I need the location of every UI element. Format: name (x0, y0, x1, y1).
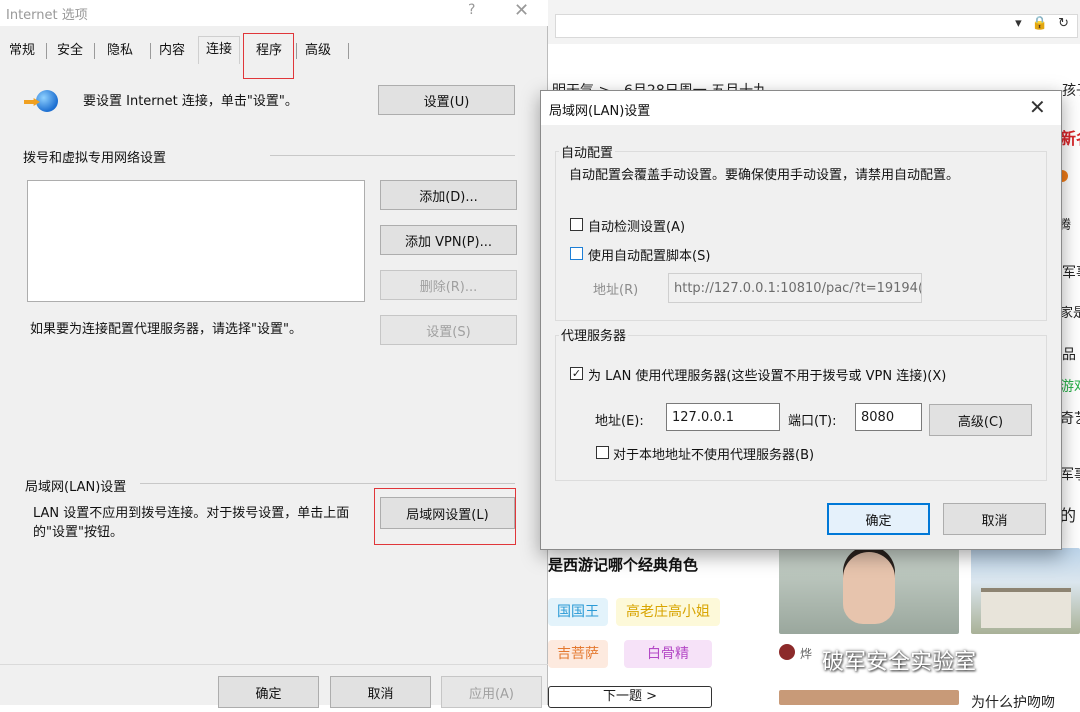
dialup-connections-list[interactable] (27, 180, 365, 302)
cancel-button[interactable]: 取消 (330, 676, 431, 708)
quiz-option[interactable]: 白骨精 (624, 640, 712, 668)
auto-detect-checkbox[interactable] (570, 218, 583, 231)
watermark: 破军安全实验室 (822, 650, 977, 675)
divider (140, 483, 515, 484)
use-proxy-label[interactable]: 为 LAN 使用代理服务器(这些设置不用于拨号或 VPN 连接)(X) (588, 365, 946, 384)
bypass-local-checkbox[interactable] (596, 446, 609, 459)
settings-button[interactable]: 设置(S) (380, 315, 517, 345)
help-button[interactable]: ? (468, 2, 475, 18)
cancel-button[interactable]: 取消 (943, 503, 1046, 535)
tab-privacy[interactable]: 隐私 (102, 38, 138, 64)
news-photo[interactable] (971, 548, 1080, 634)
quiz-option[interactable]: 吉菩萨 (548, 640, 608, 668)
auto-config-label: 自动配置 (559, 142, 616, 161)
setup-text: 要设置 Internet 连接，单击"设置"。 (83, 94, 298, 109)
add-button[interactable]: 添加(D)... (380, 180, 517, 210)
web-snippet: 游戏 (1060, 379, 1080, 395)
close-icon: ✕ (514, 0, 530, 21)
proxy-address-label: 地址(E): (595, 414, 644, 429)
script-address-field[interactable]: http://127.0.0.1:10810/pac/?t=19194( (668, 273, 922, 303)
web-snippet: 军事 (1060, 467, 1080, 483)
tab-security[interactable]: 安全 (52, 38, 88, 64)
dialog-title: Internet 选项 (6, 8, 88, 23)
person-face-icon (843, 552, 895, 624)
web-snippet: 的 (1060, 506, 1077, 525)
proxy-server-label: 代理服务器 (559, 325, 629, 344)
apply-button[interactable]: 应用(A) (441, 676, 542, 708)
tab-divider (150, 43, 151, 59)
remove-button[interactable]: 删除(R)... (380, 270, 517, 300)
quiz-title: 是西游记哪个经典角色 (548, 556, 699, 574)
tab-content[interactable]: 内容 (154, 38, 190, 64)
highlight-box (374, 488, 516, 545)
tab-divider (296, 43, 297, 59)
tab-divider (46, 43, 47, 59)
ok-button[interactable]: 确定 (827, 503, 930, 535)
tab-general[interactable]: 常规 (4, 38, 40, 64)
ok-button[interactable]: 确定 (218, 676, 319, 708)
web-snippet: 奇艺 (1060, 411, 1080, 427)
proxy-note: 如果要为连接配置代理服务器，请选择"设置"。 (30, 322, 302, 337)
address-bar[interactable] (555, 14, 1078, 38)
add-vpn-button[interactable]: 添加 VPN(P)... (380, 225, 517, 255)
building-icon (981, 588, 1071, 628)
setup-button[interactable]: 设置(U) (378, 85, 515, 115)
internet-options-dialog: Internet 选项 ? ✕ 常规 安全 隐私 内容 连接 程序 高级 要设置… (0, 0, 548, 708)
advanced-button[interactable]: 高级(C) (929, 404, 1032, 436)
tab-advanced[interactable]: 高级 (300, 38, 336, 64)
dialup-group-label: 拨号和虚拟专用网络设置 (23, 151, 167, 166)
tab-divider (348, 43, 349, 59)
news-photo[interactable] (779, 548, 959, 634)
auto-detect-label[interactable]: 自动检测设置(A) (588, 216, 685, 235)
news-headline[interactable]: 为什么护吻吻 (971, 692, 1055, 712)
close-icon: ✕ (1029, 95, 1046, 119)
auto-script-label[interactable]: 使用自动配置脚本(S) (588, 245, 710, 264)
quiz-option[interactable]: 高老庄高小姐 (616, 598, 720, 626)
highlight-box (243, 33, 294, 79)
quiz-option[interactable]: 国国王 (548, 598, 608, 626)
close-button[interactable]: ✕ (1029, 95, 1046, 119)
tab-connections[interactable]: 连接 (198, 36, 240, 64)
lan-group-label: 局域网(LAN)设置 (25, 480, 127, 495)
proxy-port-label: 端口(T): (788, 414, 837, 429)
lan-note: LAN 设置不应用到拨号连接。对于拨号设置，单击上面的"设置"按钮。 (33, 506, 350, 540)
auto-script-checkbox[interactable] (570, 247, 583, 260)
web-snippet: 品 (1062, 347, 1076, 363)
source-avatar (779, 644, 795, 660)
address-bar-icons[interactable]: ▾ 🔒 ↻ (1015, 16, 1072, 31)
divider (270, 155, 515, 156)
tab-divider (94, 43, 95, 59)
web-snippet: 孩子 (1062, 83, 1080, 99)
use-proxy-checkbox[interactable]: ✓ (570, 367, 583, 380)
internet-globe-icon (24, 88, 60, 114)
news-photo[interactable] (779, 690, 959, 705)
divider (0, 664, 548, 665)
web-snippet: 家是 (1060, 306, 1080, 321)
photo-caption: 烨 (800, 647, 813, 661)
proxy-address-input[interactable]: 127.0.0.1 (666, 403, 780, 431)
close-button[interactable]: ✕ (514, 0, 529, 21)
lan-settings-dialog: 局域网(LAN)设置 ✕ 自动配置 自动配置会覆盖手动设置。要确保使用手动设置，… (540, 90, 1062, 550)
proxy-port-input[interactable]: 8080 (855, 403, 922, 431)
bypass-local-label[interactable]: 对于本地地址不使用代理服务器(B) (613, 444, 814, 463)
checkmark-icon: ✓ (571, 367, 582, 380)
web-snippet: 新名 (1060, 129, 1080, 148)
auto-config-note: 自动配置会覆盖手动设置。要确保使用手动设置，请禁用自动配置。 (569, 168, 960, 183)
web-snippet: 军事 (1062, 265, 1080, 281)
dialog-title: 局域网(LAN)设置 (549, 104, 651, 119)
script-address-label: 地址(R) (593, 283, 639, 298)
